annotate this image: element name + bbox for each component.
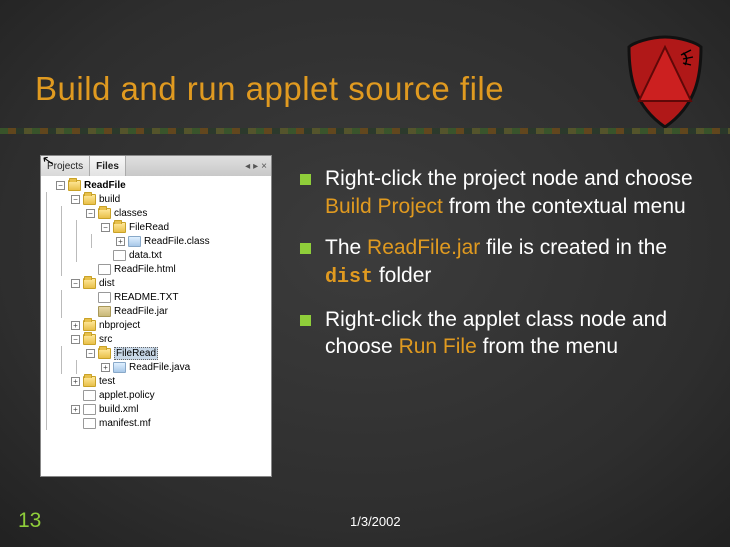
bullet-1: Right-click the project node and choose …	[300, 165, 700, 220]
panel-left-icon[interactable]: ◂	[245, 161, 250, 172]
file-tree[interactable]: −ReadFile −build −classes −FileRead +Rea…	[41, 176, 271, 476]
highlight-run-file: Run File	[399, 335, 477, 358]
tree-dist[interactable]: dist	[99, 278, 115, 289]
tree-classes[interactable]: classes	[114, 208, 147, 219]
tree-readme[interactable]: README.TXT	[114, 292, 178, 303]
tree-fileread-src[interactable]: FileRead	[114, 347, 158, 360]
highlight-dist: dist	[325, 266, 373, 289]
tree-src[interactable]: src	[99, 334, 112, 345]
tree-root[interactable]: ReadFile	[84, 180, 126, 191]
bullet-2: The ReadFile.jar file is created in the …	[300, 234, 700, 291]
slide: Build and run applet source file Project…	[0, 0, 730, 547]
bullet-icon	[300, 174, 311, 185]
shield-logo	[625, 35, 705, 130]
tree-applet-policy[interactable]: applet.policy	[99, 390, 155, 401]
bullet-icon	[300, 243, 311, 254]
bullet-icon	[300, 315, 311, 326]
tab-files[interactable]: Files	[90, 156, 126, 176]
tree-fileread-pkg[interactable]: FileRead	[129, 222, 169, 233]
tree-nbproject[interactable]: nbproject	[99, 320, 140, 331]
tree-build[interactable]: build	[99, 194, 120, 205]
slide-date: 1/3/2002	[350, 514, 401, 529]
tab-projects[interactable]: Projects	[41, 156, 90, 176]
tree-build-xml[interactable]: build.xml	[99, 404, 138, 415]
highlight-build-project: Build Project	[325, 195, 443, 218]
tree-readfile-jar[interactable]: ReadFile.jar	[114, 306, 168, 317]
bullet-list: Right-click the project node and choose …	[300, 165, 700, 375]
panel-tabs: Projects Files ◂ ▸ ×	[41, 156, 271, 176]
slide-number: 13	[18, 509, 41, 533]
tree-readfile-class[interactable]: ReadFile.class	[144, 236, 210, 247]
tree-readfile-java[interactable]: ReadFile.java	[129, 362, 190, 373]
panel-close-icon[interactable]: ×	[261, 161, 267, 172]
tree-readfile-html[interactable]: ReadFile.html	[114, 264, 176, 275]
projects-panel: Projects Files ◂ ▸ × −ReadFile −build −c…	[40, 155, 272, 477]
highlight-readfile-jar: ReadFile.jar	[367, 236, 480, 259]
panel-controls: ◂ ▸ ×	[241, 156, 271, 176]
tree-data-txt[interactable]: data.txt	[129, 250, 162, 261]
bullet-3: Right-click the applet class node and ch…	[300, 306, 700, 361]
panel-right-icon[interactable]: ▸	[253, 161, 258, 172]
slide-title: Build and run applet source file	[35, 70, 504, 108]
tree-manifest[interactable]: manifest.mf	[99, 418, 151, 429]
divider-rule	[0, 128, 730, 134]
tree-test[interactable]: test	[99, 376, 115, 387]
